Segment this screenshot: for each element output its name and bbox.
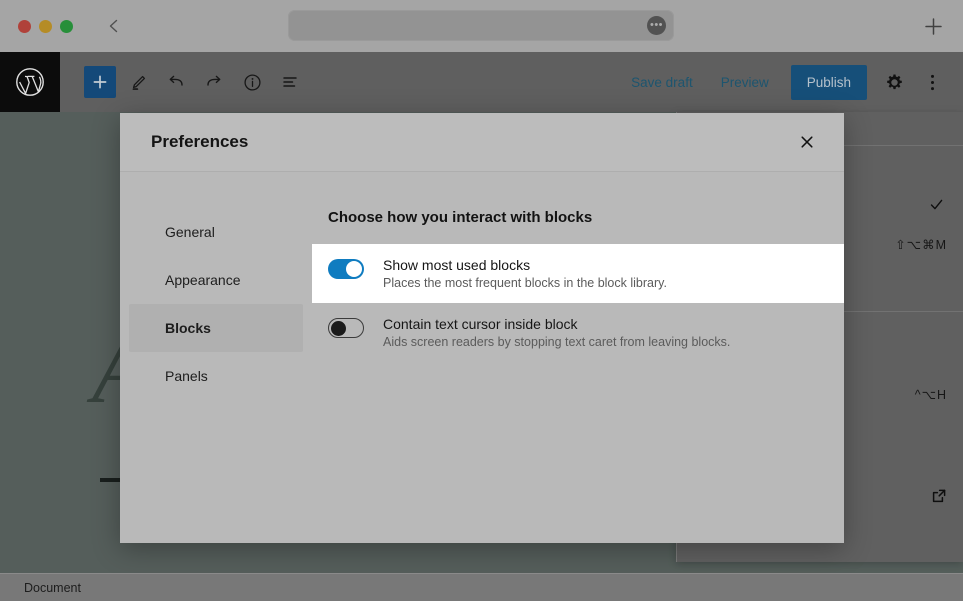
app-root: ••• Save draft Preview Publish ⇧⌥⌘M ^⌥H … xyxy=(0,0,963,601)
browser-toolbar: ••• xyxy=(0,0,963,52)
address-bar[interactable]: ••• xyxy=(288,10,674,41)
section-heading: Choose how you interact with blocks xyxy=(328,209,593,226)
check-icon xyxy=(925,197,947,212)
info-circle-icon[interactable] xyxy=(236,66,268,98)
sidebar-item-appearance[interactable]: Appearance xyxy=(129,256,303,304)
toggle-show-most-used-blocks[interactable] xyxy=(328,259,364,279)
preference-help-text: Places the most frequent blocks in the b… xyxy=(383,276,667,290)
page-title: Preferences xyxy=(151,132,249,151)
editor-toolbar xyxy=(84,66,306,98)
preview-button[interactable]: Preview xyxy=(709,67,781,98)
add-block-button[interactable] xyxy=(84,66,116,98)
menu-item-shortcut: ^⌥H xyxy=(914,387,947,402)
window-traffic-lights xyxy=(18,19,73,33)
pencil-icon[interactable] xyxy=(122,66,154,98)
sidebar-item-label: Appearance xyxy=(165,272,241,288)
preference-text: Show most used blocks Places the most fr… xyxy=(383,257,667,290)
back-icon[interactable] xyxy=(103,15,125,37)
sidebar-item-label: Blocks xyxy=(165,320,211,336)
preference-row-show-most-used-blocks[interactable]: Show most used blocks Places the most fr… xyxy=(312,244,844,303)
ellipsis-icon[interactable]: ••• xyxy=(647,16,666,35)
preferences-nav: General Appearance Blocks Panels xyxy=(120,172,312,543)
undo-arrow-icon[interactable] xyxy=(160,66,192,98)
preferences-modal: Preferences General Appearance Blocks Pa… xyxy=(120,113,844,543)
sidebar-item-label: General xyxy=(165,224,215,240)
menu-item-shortcut: ⇧⌥⌘M xyxy=(895,237,947,252)
toggle-contain-text-cursor[interactable] xyxy=(328,318,364,338)
save-draft-button[interactable]: Save draft xyxy=(619,67,705,98)
redo-arrow-icon[interactable] xyxy=(198,66,230,98)
preference-label: Show most used blocks xyxy=(383,257,531,273)
modal-header: Preferences xyxy=(120,113,844,172)
preference-help-text: Aids screen readers by stopping text car… xyxy=(383,335,731,349)
sidebar-item-general[interactable]: General xyxy=(129,208,303,256)
vertical-ellipsis-icon[interactable] xyxy=(915,65,949,99)
editor-header: Save draft Preview Publish xyxy=(0,52,963,112)
sidebar-item-label: Panels xyxy=(165,368,208,384)
status-document-label: Document xyxy=(24,580,81,595)
sidebar-item-panels[interactable]: Panels xyxy=(129,352,303,400)
toggle-knob xyxy=(346,261,362,277)
sidebar-item-blocks[interactable]: Blocks xyxy=(129,304,303,352)
publish-button[interactable]: Publish xyxy=(790,64,867,100)
minimize-window-button[interactable] xyxy=(39,19,52,33)
preference-text: Contain text cursor inside block Aids sc… xyxy=(383,316,730,349)
external-link-icon xyxy=(931,488,947,504)
status-bar: Document xyxy=(0,573,963,601)
editor-header-actions: Save draft Preview Publish xyxy=(619,64,963,100)
preference-label: Contain text cursor inside block xyxy=(383,316,578,332)
plus-icon[interactable] xyxy=(921,14,945,38)
preferences-panel: Choose how you interact with blocks Show… xyxy=(312,172,844,543)
close-window-button[interactable] xyxy=(18,19,31,33)
close-icon[interactable] xyxy=(792,127,822,157)
list-view-icon[interactable] xyxy=(274,66,306,98)
maximize-window-button[interactable] xyxy=(60,19,73,33)
toggle-knob xyxy=(330,320,346,336)
gear-icon[interactable] xyxy=(877,65,911,99)
wordpress-logo-icon[interactable] xyxy=(0,52,60,112)
preference-row-contain-text-cursor[interactable]: Contain text cursor inside block Aids sc… xyxy=(312,303,844,362)
modal-body: General Appearance Blocks Panels Choose … xyxy=(120,172,844,543)
